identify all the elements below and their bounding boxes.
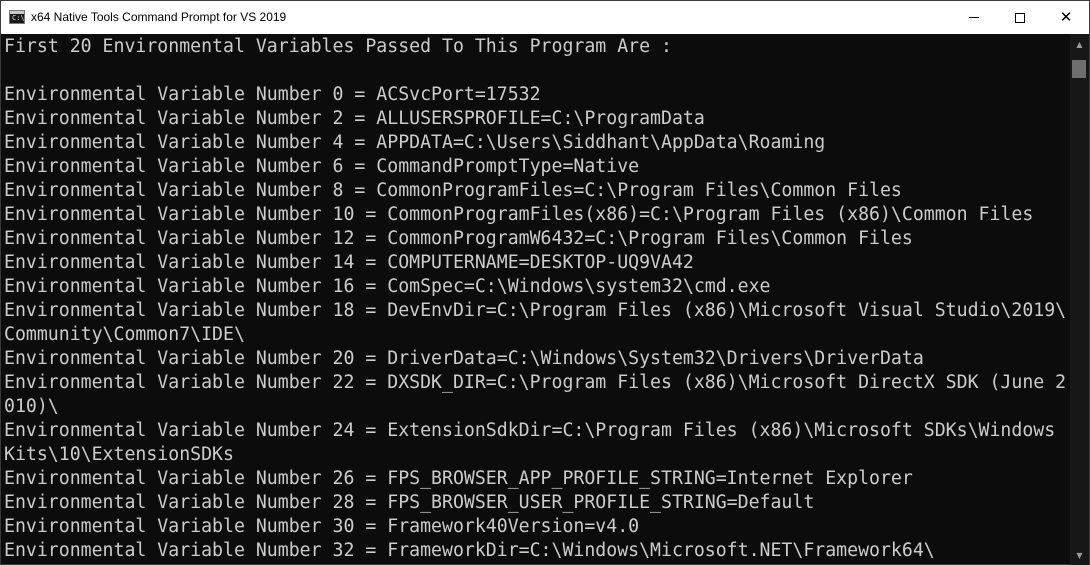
close-icon: ✕ [1059, 8, 1073, 26]
maximize-icon [1015, 12, 1025, 23]
console-line: Environmental Variable Number 22 = DXSDK… [4, 372, 1067, 393]
console-line: Environmental Variable Number 12 = Commo… [4, 228, 913, 249]
title-bar[interactable]: C:\ x64 Native Tools Command Prompt for … [1, 1, 1089, 34]
console-line: Environmental Variable Number 28 = FPS_B… [4, 492, 815, 513]
close-button[interactable]: ✕ [1043, 1, 1089, 34]
console-line: Environmental Variable Number 10 = Commo… [4, 204, 1034, 225]
console-line: Environmental Variable Number 18 = DevEn… [4, 300, 1067, 321]
console-line: Environmental Variable Number 14 = COMPU… [4, 252, 694, 273]
console-line: Environmental Variable Number 4 = APPDAT… [4, 132, 826, 153]
icon-prompt-text: C:\ [12, 14, 25, 22]
console-line: Kits\10\ExtensionSDKs [4, 444, 234, 465]
scroll-up-arrow-icon[interactable]: ▲ [1070, 36, 1089, 53]
console-line: First 20 Environmental Variables Passed … [4, 36, 672, 57]
minimize-icon [969, 17, 979, 18]
minimize-button[interactable] [951, 1, 997, 34]
console-line: Environmental Variable Number 2 = ALLUSE… [4, 108, 705, 129]
console-output[interactable]: First 20 Environmental Variables Passed … [2, 34, 1070, 565]
console-line: 010)\ [4, 396, 59, 417]
window-title: x64 Native Tools Command Prompt for VS 2… [31, 10, 287, 24]
console-window: C:\ x64 Native Tools Command Prompt for … [0, 0, 1090, 565]
maximize-button[interactable] [997, 1, 1043, 34]
scroll-thumb[interactable] [1072, 60, 1086, 78]
console-line: Environmental Variable Number 26 = FPS_B… [4, 468, 913, 489]
vertical-scrollbar[interactable]: ▲ ▼ [1070, 34, 1089, 565]
scroll-down-arrow-icon[interactable]: ▼ [1070, 547, 1089, 564]
console-line: Environmental Variable Number 24 = Exten… [4, 420, 1056, 441]
console-line: Environmental Variable Number 8 = Common… [4, 180, 902, 201]
console-line: Environmental Variable Number 16 = ComSp… [4, 276, 771, 297]
console-line: Environmental Variable Number 6 = Comman… [4, 156, 640, 177]
console-line: Environmental Variable Number 30 = Frame… [4, 516, 640, 537]
console-line: Environmental Variable Number 0 = ACSvcP… [4, 84, 541, 105]
console-line: Environmental Variable Number 32 = Frame… [4, 540, 935, 561]
console-line: Environmental Variable Number 20 = Drive… [4, 348, 924, 369]
cmd-icon[interactable]: C:\ [9, 10, 25, 24]
console-line: Community\Common7\IDE\ [4, 324, 245, 345]
